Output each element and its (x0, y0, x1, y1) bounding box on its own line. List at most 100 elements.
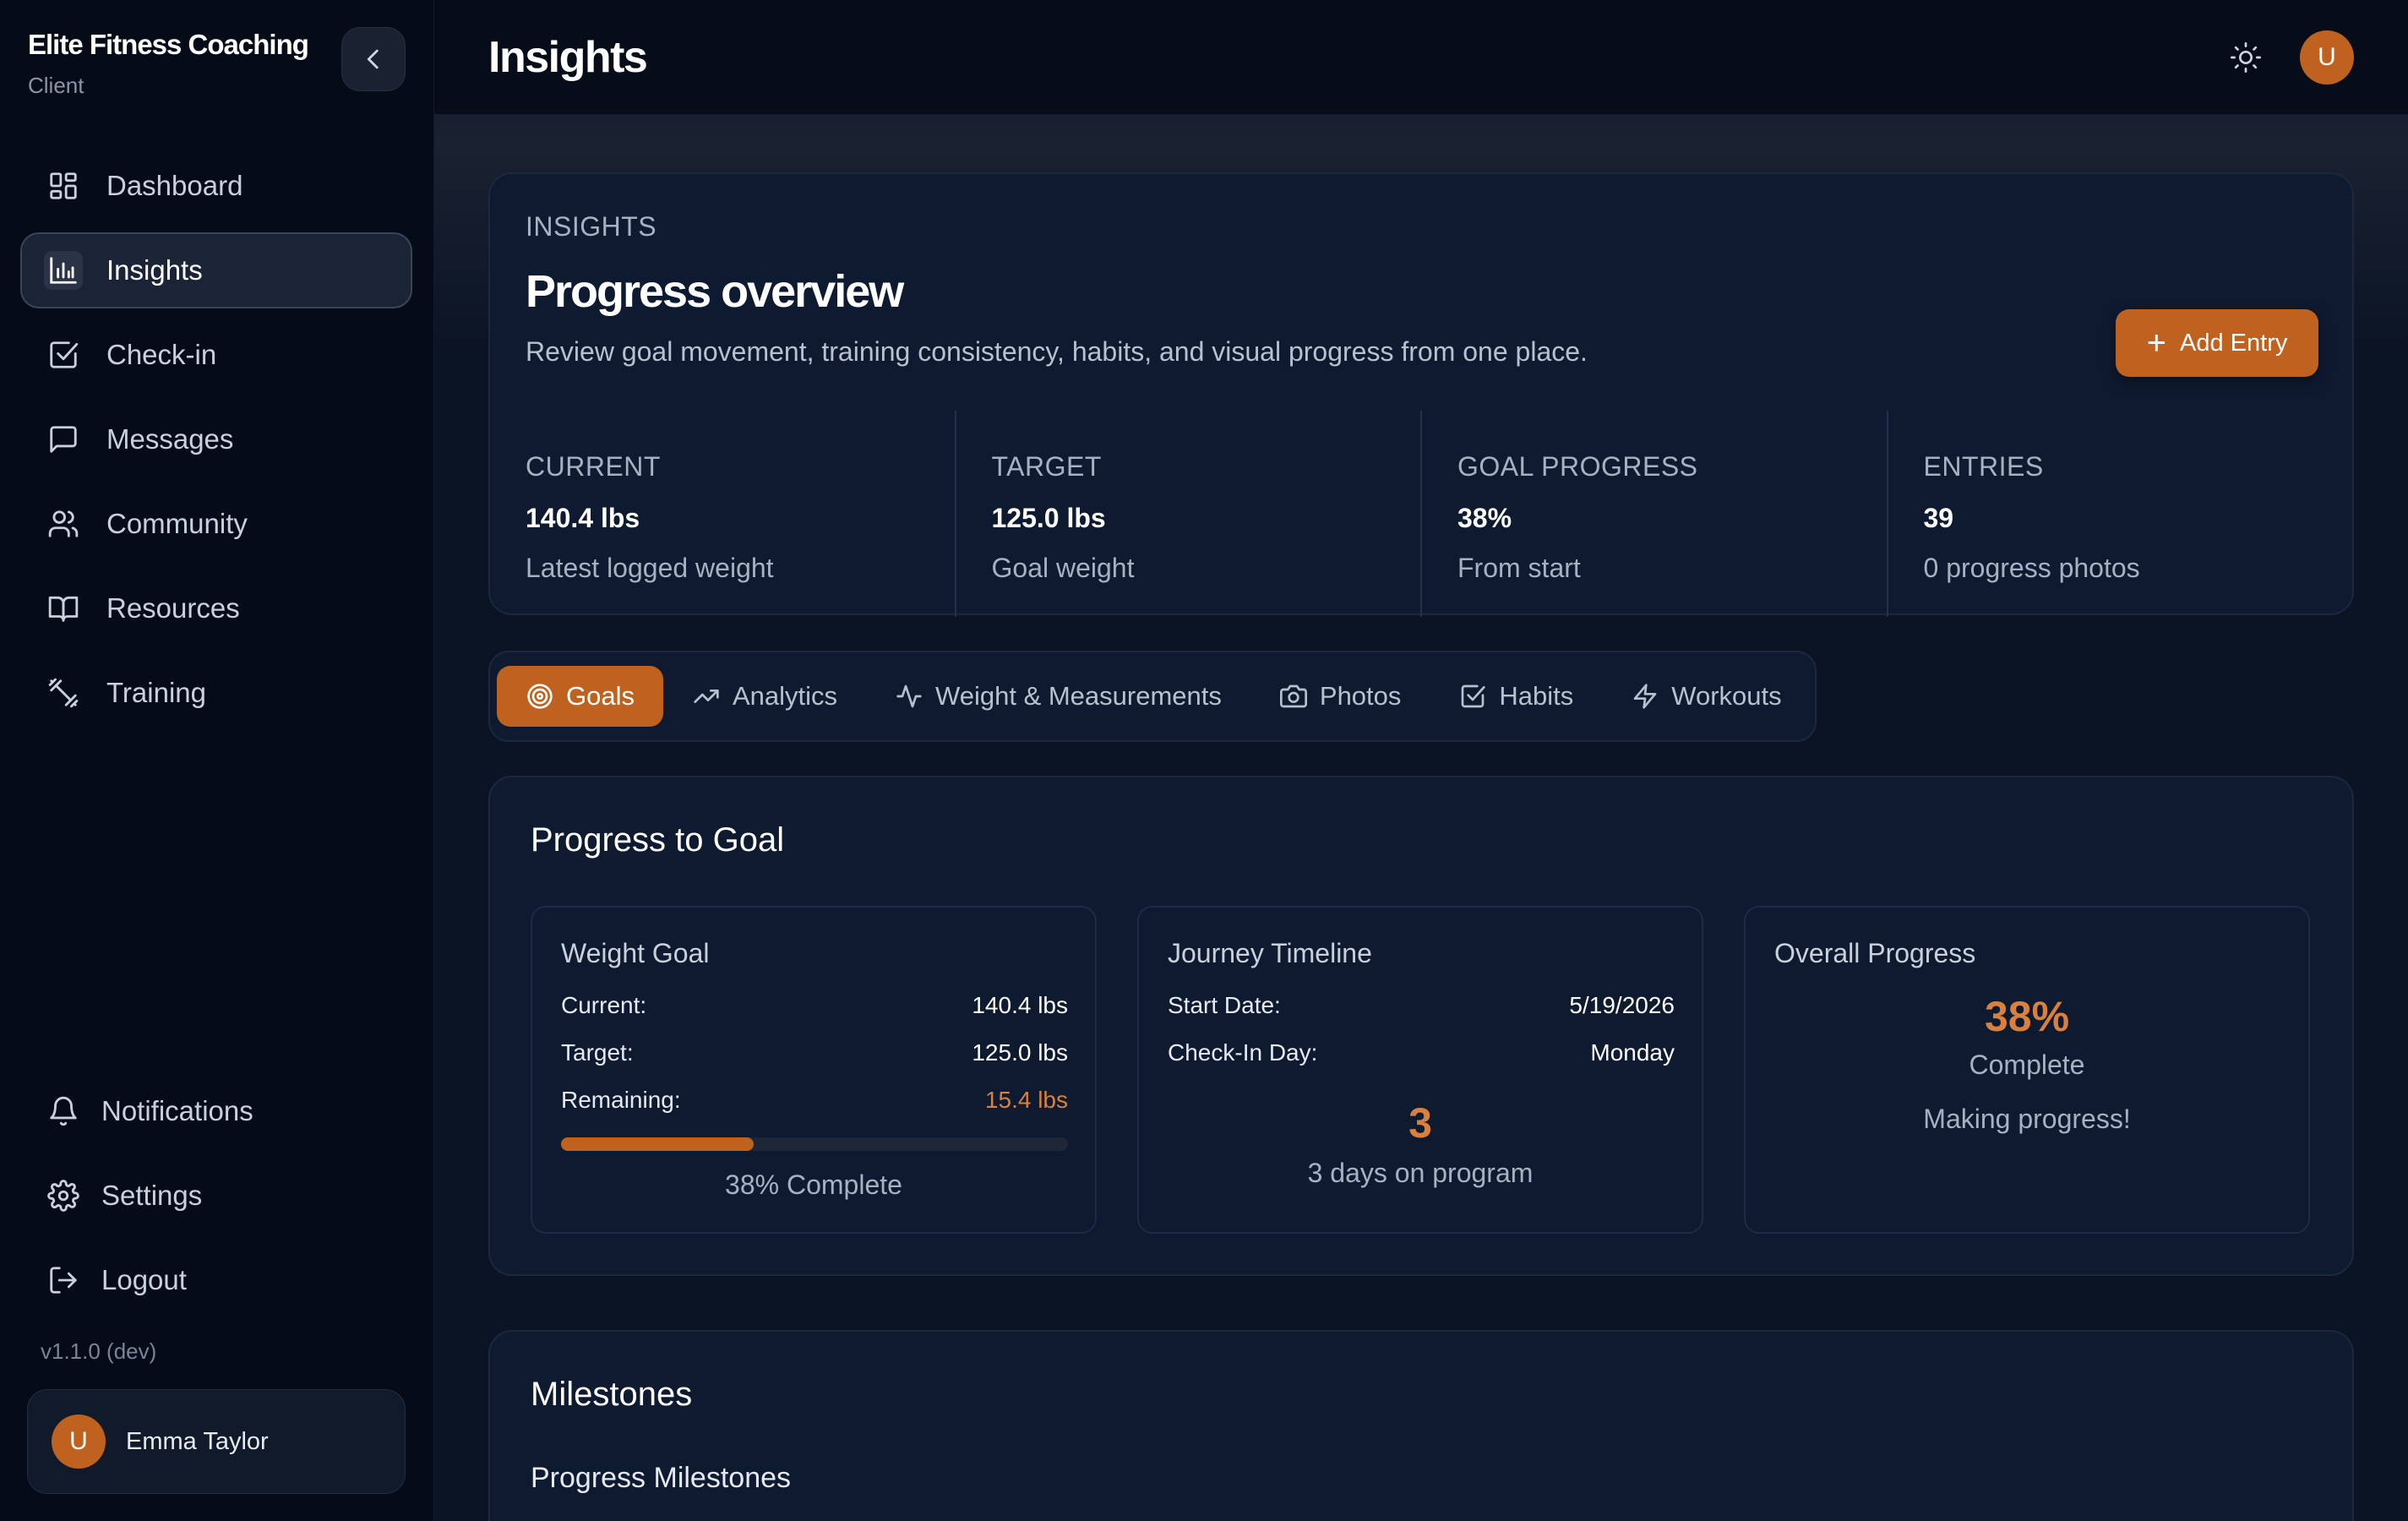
add-entry-button[interactable]: + Add Entry (2116, 309, 2318, 377)
top-bar: Insights U (434, 0, 2408, 115)
sidebar-bottom-nav: Notifications Settings Logout (20, 1073, 412, 1327)
sidebar-item-label: Dashboard (106, 170, 243, 201)
current-value: 140.4 lbs (972, 992, 1068, 1018)
days-text: 3 days on program (1307, 1158, 1534, 1188)
logout-icon (44, 1261, 83, 1300)
stat-current: CURRENT 140.4 lbs Latest logged weight (490, 411, 956, 617)
overview-stats: CURRENT 140.4 lbs Latest logged weight T… (490, 411, 2352, 617)
lightning-icon (1631, 682, 1659, 711)
trending-up-icon (692, 682, 721, 711)
header-avatar[interactable]: U (2300, 30, 2354, 84)
users-icon (44, 504, 83, 543)
sidebar-item-check-in[interactable]: Check-in (20, 317, 412, 393)
stat-value: 39 (1923, 503, 1954, 533)
sidebar-item-notifications[interactable]: Notifications (20, 1073, 412, 1149)
sidebar-item-messages[interactable]: Messages (20, 401, 412, 477)
page-title: Insights (488, 33, 648, 82)
progress-to-goal-card: Progress to Goal Weight Goal Current: 14… (488, 776, 2354, 1276)
journey-timeline-card: Journey Timeline Start Date: 5/19/2026 C… (1137, 906, 1703, 1234)
bell-icon (44, 1092, 83, 1131)
sidebar-item-settings[interactable]: Settings (20, 1158, 412, 1234)
tab-label: Habits (1499, 681, 1574, 711)
remaining-row: Remaining: 15.4 lbs (561, 1087, 1068, 1114)
sun-icon (2231, 42, 2261, 73)
check-in-day-row: Check-In Day: Monday (1168, 1039, 1675, 1066)
dashboard-icon (44, 166, 83, 205)
tab-weight-measurements[interactable]: Weight & Measurements (866, 666, 1250, 727)
stat-entries: ENTRIES 39 0 progress photos (1888, 411, 2353, 617)
main-content: Insights U INSIGHTS Progress overview Re… (434, 0, 2408, 1521)
weight-progress-text: 38% Complete (725, 1169, 902, 1200)
checkbox-icon (1458, 682, 1487, 711)
stat-value: 140.4 lbs (526, 503, 640, 533)
timeline-title: Journey Timeline (1168, 938, 1372, 968)
user-profile-card[interactable]: U Emma Taylor (27, 1389, 406, 1494)
sidebar-item-label: Community (106, 508, 248, 539)
brand-role: Client (28, 73, 84, 98)
app-version: v1.1.0 (dev) (41, 1338, 157, 1364)
collapse-sidebar-button[interactable] (341, 27, 406, 91)
activity-icon (895, 682, 923, 711)
sidebar-item-label: Messages (106, 423, 234, 455)
remaining-value: 15.4 lbs (984, 1087, 1068, 1113)
milestones-card: Milestones Progress Milestones (488, 1330, 2354, 1521)
tab-label: Photos (1319, 681, 1402, 711)
theme-toggle-button[interactable] (2229, 41, 2263, 74)
start-date-label: Start Date: (1168, 992, 1281, 1018)
tab-label: Workouts (1671, 681, 1782, 711)
sidebar-nav: Dashboard Insights Check-in Messages Com… (20, 148, 412, 739)
overview-eyebrow: INSIGHTS (526, 211, 657, 242)
current-row: Current: 140.4 lbs (561, 992, 1068, 1019)
sidebar-item-dashboard[interactable]: Dashboard (20, 148, 412, 224)
sidebar-item-label: Settings (101, 1180, 203, 1211)
tab-label: Goals (566, 681, 635, 711)
stat-label: GOAL PROGRESS (1457, 451, 1698, 482)
stat-value: 38% (1457, 503, 1512, 533)
message-icon (44, 420, 83, 459)
tab-workouts[interactable]: Workouts (1602, 666, 1810, 727)
overview-description: Review goal movement, training consisten… (526, 336, 1588, 367)
stat-sub: Goal weight (991, 553, 1135, 583)
tab-habits[interactable]: Habits (1430, 666, 1602, 727)
weight-goal-card: Weight Goal Current: 140.4 lbs Target: 1… (531, 906, 1097, 1234)
insights-tabs: Goals Analytics Weight & Measurements Ph… (488, 651, 1817, 742)
stat-goal-progress: GOAL PROGRESS 38% From start (1422, 411, 1888, 617)
brand-name: Elite Fitness Coaching (28, 29, 309, 60)
bar-chart-icon (44, 251, 83, 290)
sidebar-item-label: Logout (101, 1264, 187, 1295)
tab-goals[interactable]: Goals (497, 666, 663, 727)
check-in-day-label: Check-In Day: (1168, 1039, 1318, 1066)
stat-label: TARGET (991, 451, 1102, 482)
stat-target: TARGET 125.0 lbs Goal weight (956, 411, 1422, 617)
sidebar-item-training[interactable]: Training (20, 655, 412, 731)
start-date-value: 5/19/2026 (1569, 992, 1675, 1018)
milestones-title: Milestones (531, 1376, 693, 1413)
stat-sub: From start (1457, 553, 1581, 583)
section-title: Progress to Goal (531, 821, 785, 859)
sidebar-item-label: Notifications (101, 1095, 253, 1126)
overall-progress-card: Overall Progress 38% Complete Making pro… (1744, 906, 2310, 1234)
brand: Elite Fitness Coaching Client (28, 29, 309, 99)
stat-label: CURRENT (526, 451, 661, 482)
sidebar-item-logout[interactable]: Logout (20, 1242, 412, 1318)
overview-title: Progress overview (526, 266, 904, 317)
tab-analytics[interactable]: Analytics (663, 666, 866, 727)
sidebar-item-resources[interactable]: Resources (20, 570, 412, 646)
sidebar-item-label: Resources (106, 592, 240, 624)
tab-label: Analytics (732, 681, 838, 711)
tab-photos[interactable]: Photos (1250, 666, 1430, 727)
sidebar-item-label: Training (106, 677, 206, 708)
current-label: Current: (561, 992, 647, 1018)
sidebar: Elite Fitness Coaching Client Dashboard … (0, 0, 434, 1521)
overall-message: Making progress! (1923, 1104, 2131, 1134)
gear-icon (44, 1176, 83, 1215)
check-in-day-value: Monday (1590, 1039, 1675, 1066)
overall-title: Overall Progress (1774, 938, 1976, 968)
stat-value: 125.0 lbs (991, 503, 1106, 533)
sidebar-item-community[interactable]: Community (20, 486, 412, 562)
progress-overview-card: INSIGHTS Progress overview Review goal m… (488, 172, 2354, 617)
remaining-label: Remaining: (561, 1087, 681, 1113)
sidebar-item-insights[interactable]: Insights (20, 232, 412, 308)
start-date-row: Start Date: 5/19/2026 (1168, 992, 1675, 1019)
stat-sub: Latest logged weight (526, 553, 774, 583)
